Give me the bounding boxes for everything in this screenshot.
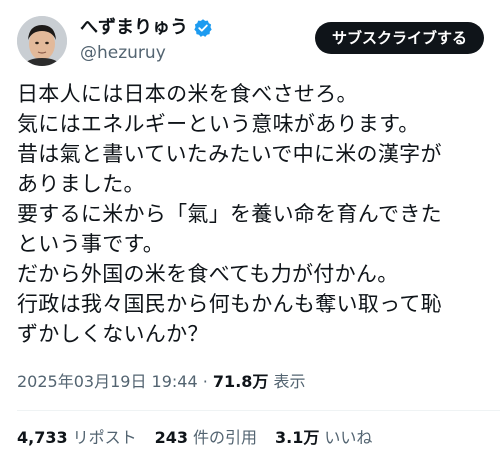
tweet-text-line: 昔は氣と書いていたみたいで中に米の漢字が	[17, 142, 442, 166]
likes-label: いいね	[324, 428, 373, 447]
author-name-row: へずまりゅう	[80, 16, 213, 40]
author-handle[interactable]: @hezuruy	[80, 42, 166, 64]
verified-badge-icon	[193, 18, 213, 38]
tweet-meta: 2025年03月19日 19:44 · 71.8万 表示	[17, 371, 306, 393]
likes-count: 3.1万	[275, 428, 320, 447]
timestamp-link[interactable]: 2025年03月19日 19:44	[17, 372, 198, 391]
tweet-text-line: 行政は我々国民から何もかんも奪い取って恥	[17, 292, 442, 316]
reposts-count: 4,733	[17, 428, 68, 447]
reposts-stat[interactable]: 4,733 リポスト	[17, 427, 137, 449]
engagement-stats: 4,733 リポスト 243 件の引用 3.1万 いいね	[17, 427, 372, 449]
tweet-text-line: ずかしくないんか？	[17, 322, 209, 346]
tweet-text-line: 日本人には日本の米を食べさせろ。	[17, 82, 358, 106]
author-display-name[interactable]: へずまりゅう	[80, 16, 188, 40]
tweet-text: 日本人には日本の米を食べさせろ。 気にはエネルギーという意味があります。 昔は氣…	[17, 79, 487, 349]
quotes-count: 243	[154, 428, 189, 447]
tweet-text-line: という事です。	[17, 232, 164, 256]
tweet-text-line: だから外国の米を食べても力が付かん。	[17, 262, 399, 286]
quotes-stat[interactable]: 243 件の引用	[155, 427, 257, 449]
tweet-text-line: ありました。	[17, 172, 145, 196]
quotes-label: 件の引用	[193, 428, 258, 447]
divider	[17, 410, 500, 411]
tweet-text-line: 要するに米から「氣」を養い命を育んできた	[17, 202, 442, 226]
views-count: 71.8万	[212, 372, 269, 391]
reposts-label: リポスト	[72, 428, 137, 447]
likes-stat[interactable]: 3.1万 いいね	[275, 427, 372, 449]
tweet-text-line: 気にはエネルギーという意味があります。	[17, 112, 420, 136]
meta-separator: ·	[202, 372, 208, 391]
avatar[interactable]	[17, 16, 67, 66]
subscribe-button[interactable]: サブスクライブする	[314, 22, 484, 54]
tweet-card: へずまりゅう @hezuruy サブスクライブする 日本人には日本の米を食べさせ…	[0, 0, 500, 469]
views-label: 表示	[273, 372, 306, 391]
